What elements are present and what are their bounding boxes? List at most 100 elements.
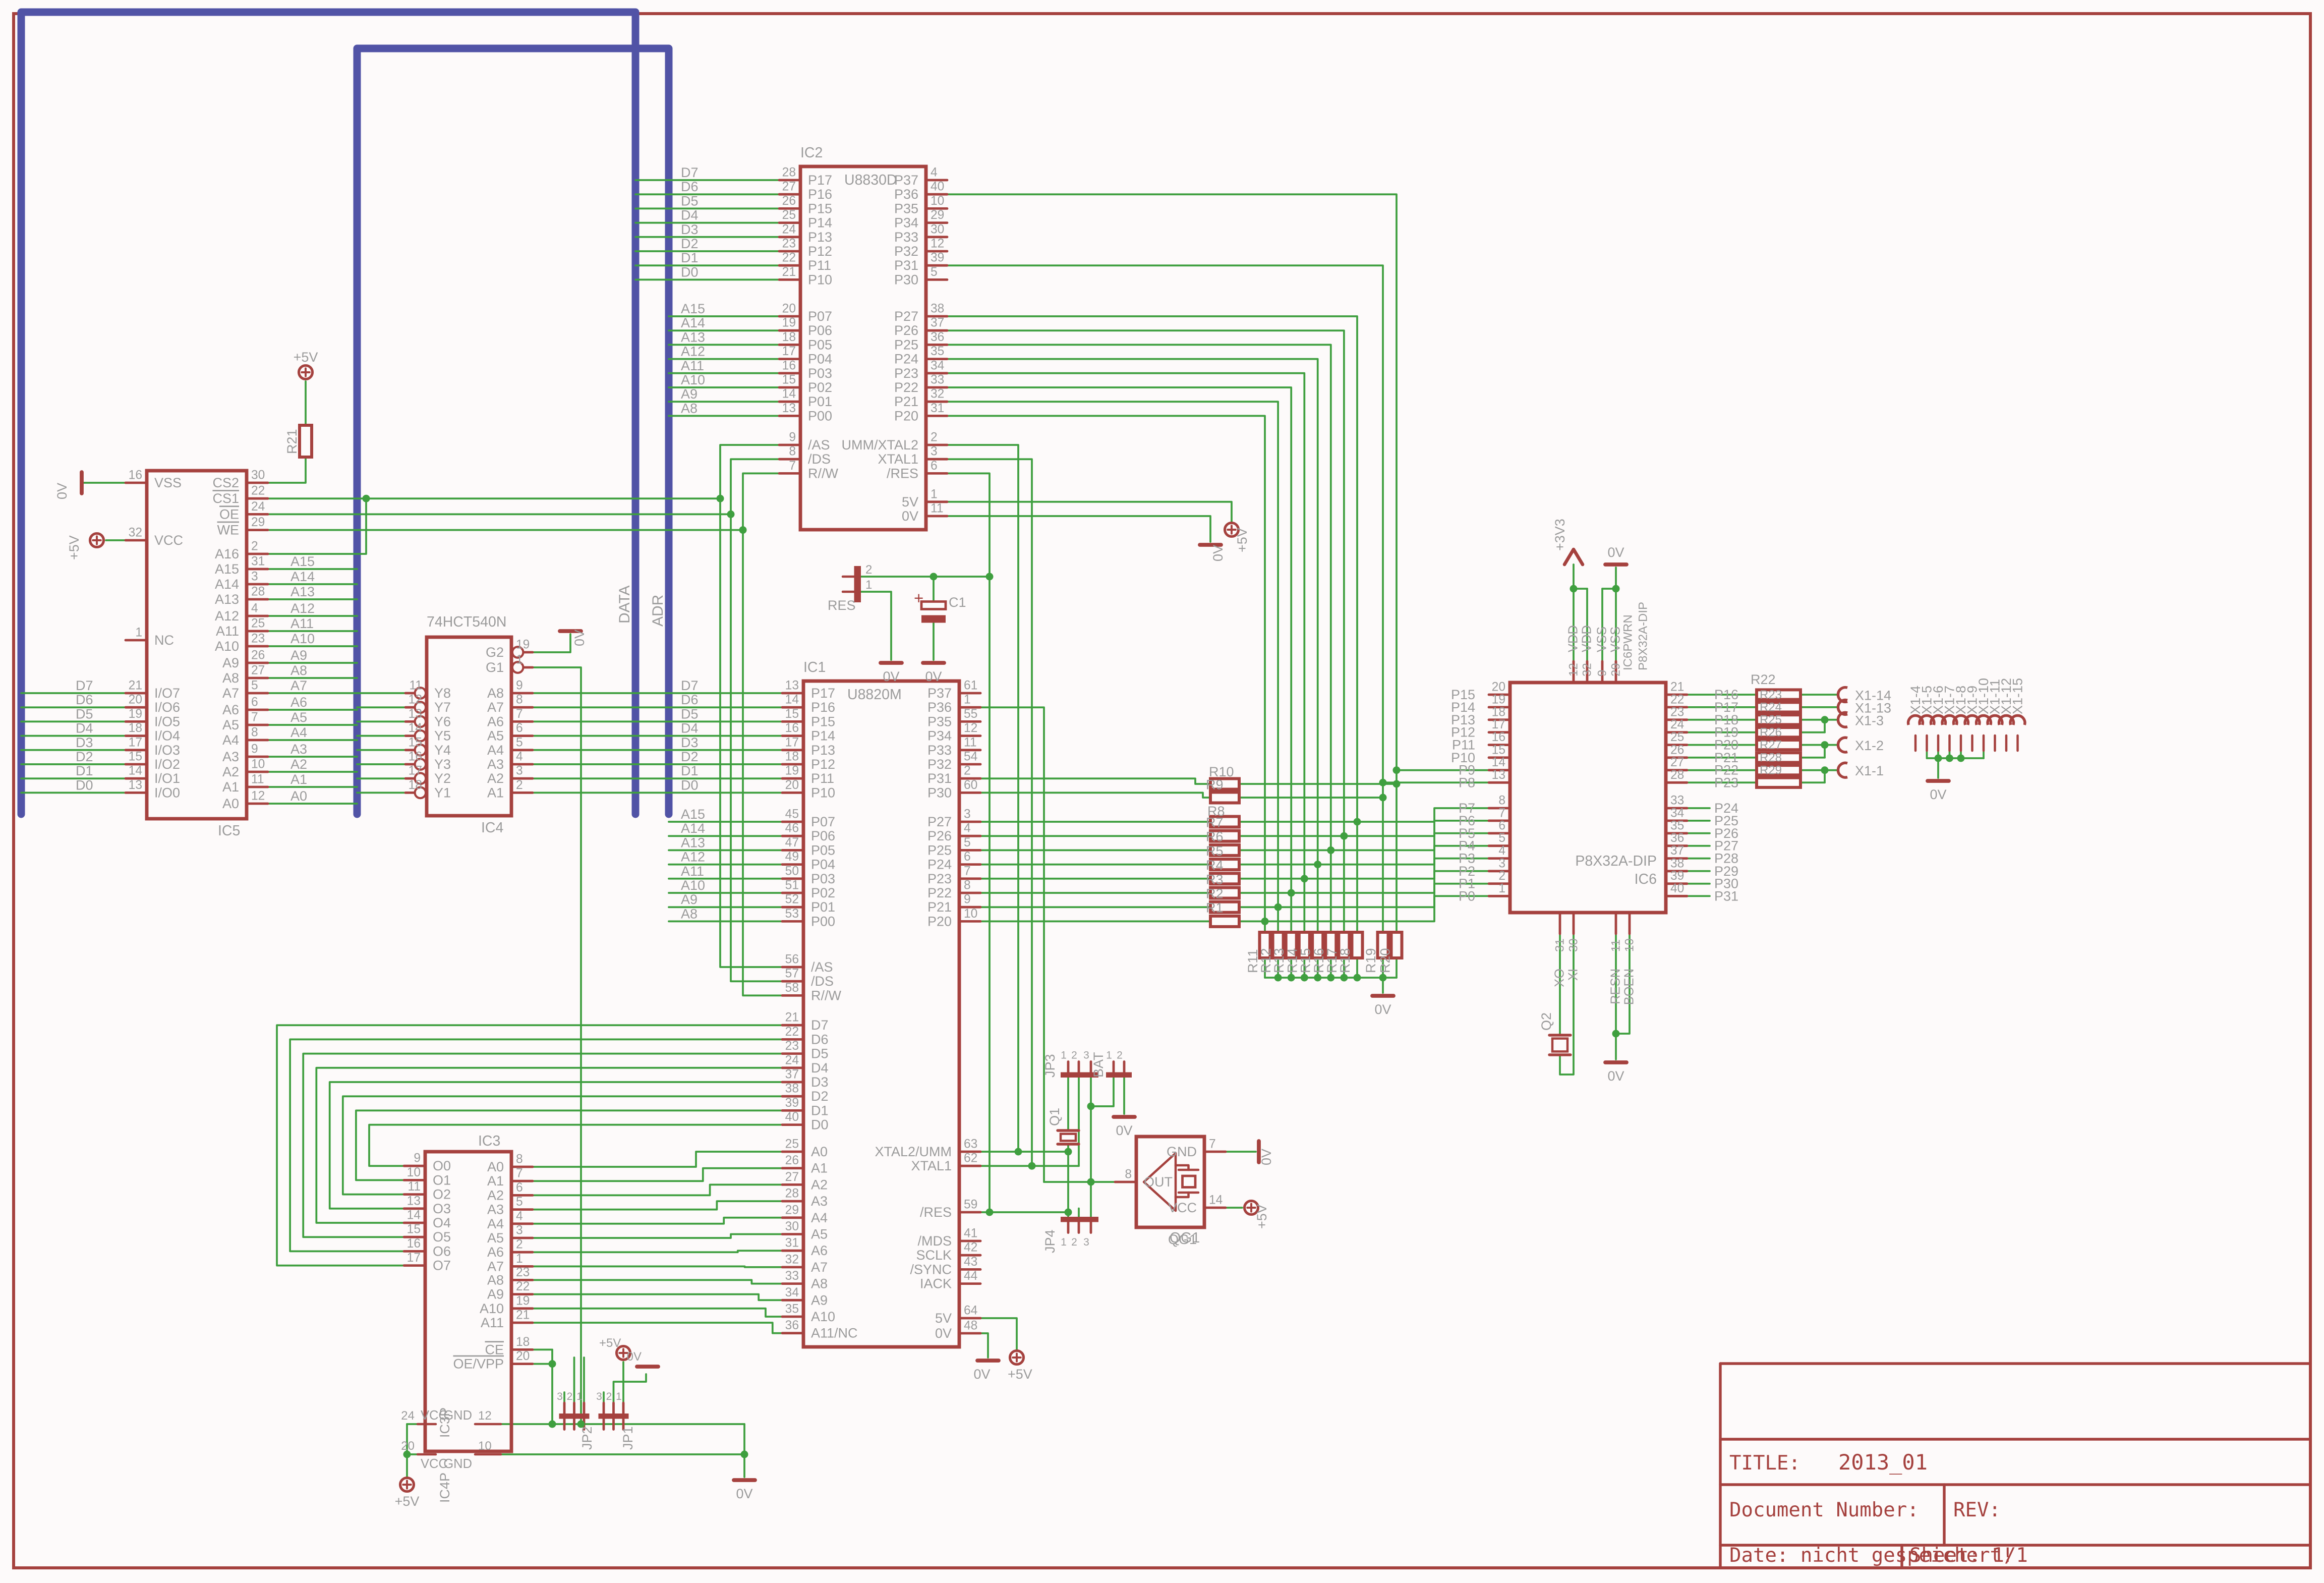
chip-IC1: U8820MIC113P17D714P16D615P15D516P14D417P… [681,659,980,1347]
svg-text:52: 52 [785,893,799,907]
svg-text:D5: D5 [681,706,699,721]
svg-text:A4: A4 [222,732,239,748]
svg-text:IC4P: IC4P [437,1473,452,1503]
svg-text:15: 15 [782,373,796,387]
svg-text:9: 9 [516,679,523,693]
svg-text:5V: 5V [902,494,918,510]
svg-text:D6: D6 [811,1032,829,1047]
svg-text:P34: P34 [894,215,918,231]
svg-text:D1: D1 [681,763,699,778]
svg-text:11: 11 [931,502,944,516]
svg-text:A3: A3 [290,742,307,757]
svg-text:7: 7 [251,711,258,724]
svg-text:P0: P0 [1459,888,1475,903]
svg-text:P06: P06 [808,323,832,338]
svg-text:A12: A12 [215,608,239,624]
svg-text:O2: O2 [433,1187,451,1202]
svg-text:0V: 0V [1259,1149,1274,1165]
svg-text:0V: 0V [902,508,918,524]
svg-text:P30: P30 [927,785,952,800]
svg-text:P35: P35 [894,201,918,216]
svg-text:OE/VPP: OE/VPP [453,1356,504,1372]
svg-text:D2: D2 [681,749,699,764]
svg-text:D3: D3 [681,222,699,237]
svg-text:ADR: ADR [650,595,666,627]
svg-text:C1: C1 [949,595,966,610]
svg-text:XTAL1: XTAL1 [911,1158,952,1173]
ic6-vertical-pins [1560,661,1630,934]
svg-text:A6: A6 [222,702,239,717]
svg-text:31: 31 [931,402,944,415]
svg-text:37: 37 [785,1068,799,1082]
svg-text:Y1: Y1 [434,785,451,800]
svg-text:P23: P23 [894,366,918,381]
svg-text:36: 36 [785,1319,799,1332]
svg-text:A1: A1 [487,1173,504,1189]
svg-text:D2: D2 [811,1089,829,1104]
svg-text:21: 21 [1670,681,1684,694]
svg-text:25: 25 [251,617,265,631]
svg-text:JP3: JP3 [1042,1054,1058,1078]
svg-text:33: 33 [1670,794,1684,808]
svg-text:D5: D5 [681,193,699,208]
svg-text:P06: P06 [811,828,835,843]
svg-text:A13: A13 [290,584,315,599]
svg-text:A8: A8 [681,401,698,416]
svg-text:3: 3 [1083,1236,1089,1248]
svg-text:P25: P25 [894,337,918,352]
svg-text:19: 19 [1492,693,1505,706]
svg-text:P37: P37 [894,173,918,188]
svg-text:51: 51 [785,879,799,892]
svg-text:/SYNC: /SYNC [910,1262,952,1277]
svg-text:D6: D6 [681,692,699,707]
svg-text:P01: P01 [811,899,835,915]
svg-text:P17: P17 [811,686,835,701]
svg-text:6: 6 [1498,819,1505,832]
svg-text:A0: A0 [290,788,307,804]
svg-text:D7: D7 [681,678,699,693]
svg-text:Q1: Q1 [1047,1108,1062,1126]
svg-text:I/O0: I/O0 [154,785,180,800]
svg-text:34: 34 [931,359,944,372]
resistor [300,425,312,457]
svg-text:2: 2 [251,540,258,553]
svg-text:20: 20 [782,302,796,316]
svg-text:P17: P17 [808,173,832,188]
svg-text:4: 4 [251,602,258,615]
svg-text:D3: D3 [681,735,699,750]
svg-text:36: 36 [931,330,944,344]
svg-text:/AS: /AS [811,959,833,975]
svg-text:BOEN: BOEN [1622,969,1637,1005]
svg-text:A0: A0 [811,1144,828,1159]
svg-text:P10: P10 [808,272,832,287]
svg-text:18: 18 [785,750,799,764]
svg-text:P23: P23 [927,871,952,886]
svg-text:2: 2 [516,1238,523,1252]
svg-text:P01: P01 [808,394,832,409]
svg-text:23: 23 [782,237,796,251]
svg-text:R6: R6 [1206,829,1224,844]
svg-text:A14: A14 [681,315,705,330]
svg-text:O0: O0 [433,1158,451,1173]
svg-text:0V: 0V [736,1486,752,1501]
svg-text:29: 29 [785,1203,799,1217]
svg-text:A15: A15 [681,807,705,822]
svg-text:1: 1 [1106,1050,1112,1061]
svg-text:P13: P13 [808,230,832,245]
svg-text:16: 16 [1492,730,1505,744]
svg-text:13: 13 [129,778,142,792]
svg-text:20: 20 [401,1439,415,1453]
svg-text:A2: A2 [222,764,239,779]
svg-text:35: 35 [931,345,944,358]
svg-text:48: 48 [964,1319,977,1333]
svg-text:O1: O1 [433,1172,451,1188]
svg-text:23: 23 [1670,705,1684,719]
svg-text:1: 1 [1061,1050,1067,1061]
svg-text:A14: A14 [215,577,239,592]
svg-text:+5V: +5V [395,1494,420,1509]
svg-text:57: 57 [785,967,799,981]
svg-text:P00: P00 [811,914,835,929]
svg-text:VSS: VSS [1595,627,1609,652]
svg-text:P8X32A-DIP: P8X32A-DIP [1637,602,1650,670]
svg-text:28: 28 [251,585,265,599]
